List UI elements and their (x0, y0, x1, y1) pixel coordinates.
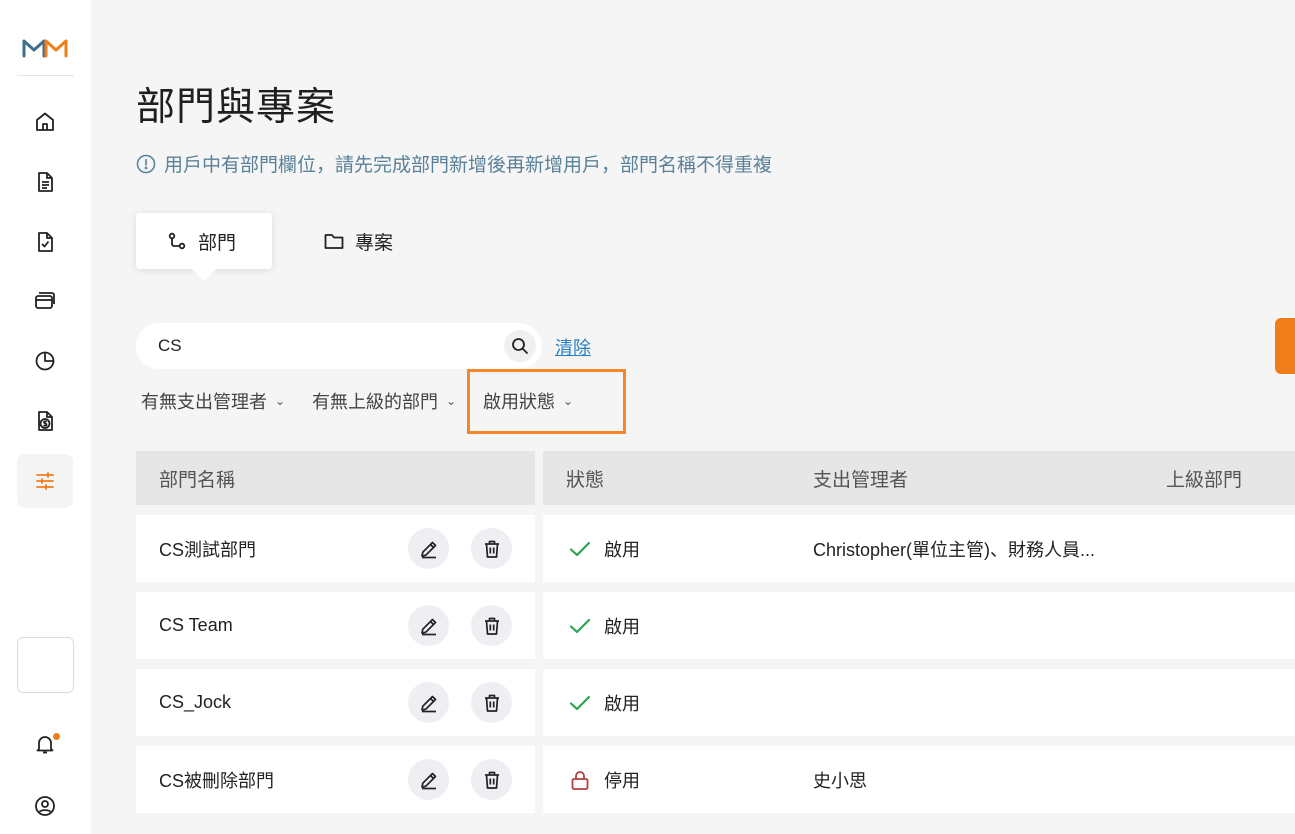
pencil-icon (420, 541, 436, 558)
table-row-details: 啟用 (543, 669, 1295, 736)
status-text: 停用 (604, 770, 640, 791)
trash-icon (484, 694, 499, 712)
pencil-icon (420, 695, 436, 712)
delete-button[interactable] (471, 528, 512, 569)
status-cell: 啟用 (568, 515, 640, 582)
nav-approvals[interactable] (17, 215, 73, 269)
table-row: CS測試部門 (136, 515, 535, 582)
user-circle-icon (35, 796, 55, 816)
search-input[interactable] (158, 336, 478, 356)
department-name: CS_Jock (159, 692, 232, 712)
column-header-name-label: 部門名稱 (159, 469, 236, 491)
nav-profile[interactable] (17, 779, 73, 833)
table-row: CS被刪除部門 (136, 746, 535, 813)
chevron-down-icon: ⌄ (446, 394, 457, 408)
sidebar-divider (17, 75, 74, 76)
highlight-box (467, 369, 626, 434)
sidebar-widget[interactable] (17, 637, 74, 693)
table-row: CS_Jock (136, 669, 535, 736)
nav-notifications[interactable] (17, 717, 73, 771)
notification-dot (53, 733, 60, 740)
department-name: CS測試部門 (159, 539, 257, 560)
filter-has-manager-label: 有無支出管理者 (141, 392, 267, 412)
file-check-icon (38, 232, 53, 252)
check-icon (569, 618, 591, 633)
department-name: CS Team (159, 615, 233, 635)
filter-has-parent[interactable]: 有無上級的部門 ⌄ (312, 388, 456, 414)
tab-departments[interactable]: 部門 (136, 213, 272, 281)
sliders-icon (36, 472, 54, 490)
search-button[interactable] (504, 330, 536, 362)
info-icon (136, 154, 156, 173)
notice: 用戶中有部門欄位，請先完成部門新增後再新增用戶，部門名稱不得重複 (136, 150, 772, 177)
table-row-details: 停用 史小思 (543, 746, 1295, 813)
tab-projects[interactable]: 專案 (323, 213, 393, 269)
nav-home[interactable] (17, 95, 73, 149)
edit-button[interactable] (408, 682, 449, 723)
check-icon (569, 695, 591, 710)
lock-icon (571, 770, 589, 790)
status-text: 啟用 (604, 693, 640, 714)
nav-documents[interactable] (17, 155, 73, 209)
git-branch-icon (168, 232, 186, 250)
chevron-down-icon: ⌄ (275, 394, 286, 408)
notice-text: 用戶中有部門欄位，請先完成部門新增後再新增用戶，部門名稱不得重複 (164, 155, 773, 176)
status-text: 啟用 (604, 539, 640, 560)
pencil-icon (420, 772, 436, 789)
nav-cards[interactable] (17, 274, 73, 328)
nav-expenses[interactable] (17, 394, 73, 448)
document-icon (38, 172, 53, 192)
manager-cell: Christopher(單位主管)、財務人員... (813, 539, 1096, 560)
column-header-name: 部門名稱 (136, 451, 535, 505)
table-row-details: 啟用 (543, 592, 1295, 659)
dollar-file-icon (38, 411, 53, 431)
manager-cell: 史小思 (813, 770, 867, 791)
table-row-details: 啟用 Christopher(單位主管)、財務人員... (543, 515, 1295, 582)
status-cell: 停用 (568, 746, 640, 813)
side-action-tab[interactable] (1275, 318, 1295, 374)
folder-icon (324, 234, 344, 249)
delete-button[interactable] (471, 759, 512, 800)
filter-has-parent-label: 有無上級的部門 (312, 392, 438, 412)
pencil-icon (420, 618, 436, 635)
column-header-parent: 上級部門 (1166, 469, 1243, 491)
tab-departments-label: 部門 (198, 232, 237, 254)
pie-chart-icon (35, 351, 55, 371)
sidebar (0, 0, 91, 834)
home-icon (36, 112, 54, 131)
search-icon (512, 338, 528, 354)
department-name: CS被刪除部門 (159, 770, 275, 791)
table-header-right: 狀態 支出管理者 上級部門 (543, 451, 1295, 505)
trash-icon (484, 540, 499, 558)
page-title: 部門與專案 (136, 86, 337, 129)
column-header-manager: 支出管理者 (813, 469, 909, 491)
status-text: 啟用 (604, 616, 640, 637)
delete-button[interactable] (471, 682, 512, 723)
delete-button[interactable] (471, 605, 512, 646)
edit-button[interactable] (408, 605, 449, 646)
nav-settings[interactable] (17, 454, 73, 508)
filter-has-manager[interactable]: 有無支出管理者 ⌄ (141, 388, 285, 414)
trash-icon (484, 771, 499, 789)
search-bar (136, 323, 542, 369)
check-icon (569, 541, 591, 556)
edit-button[interactable] (408, 759, 449, 800)
tab-projects-label: 專案 (355, 232, 394, 254)
clear-button[interactable]: 清除 (555, 334, 591, 360)
edit-button[interactable] (408, 528, 449, 569)
status-cell: 啟用 (568, 669, 640, 736)
status-cell: 啟用 (568, 592, 640, 659)
table-row: CS Team (136, 592, 535, 659)
credit-card-icon (35, 292, 55, 309)
brand-logo (22, 39, 68, 58)
trash-icon (484, 617, 499, 635)
column-header-status: 狀態 (566, 469, 605, 491)
nav-reports[interactable] (17, 334, 73, 388)
